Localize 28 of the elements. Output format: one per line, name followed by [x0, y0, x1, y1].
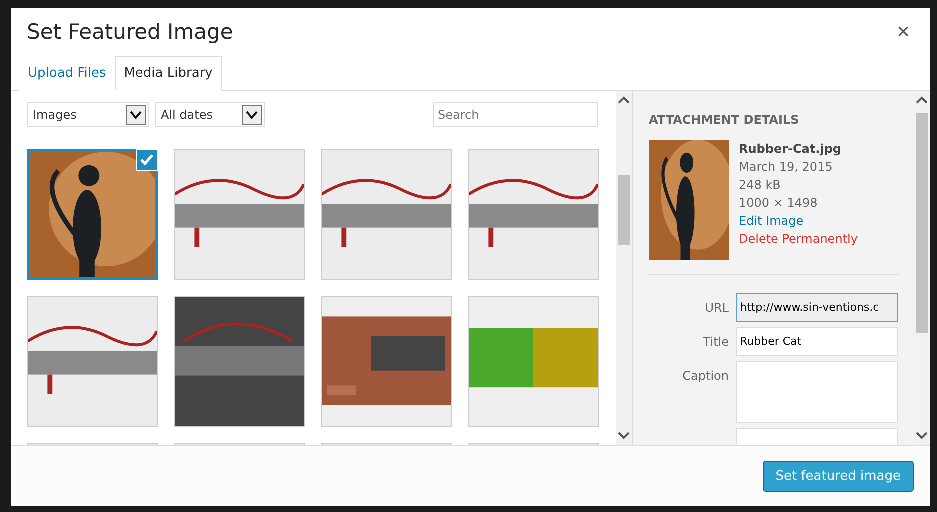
field-label: URL [704, 300, 729, 317]
upload-date: March 19, 2015 [739, 159, 834, 176]
scrollbar-thumb[interactable] [916, 113, 928, 333]
caret-icon [242, 104, 262, 124]
close-button[interactable]: × [893, 18, 914, 44]
file-name: Rubber-Cat.jpg [739, 141, 842, 158]
file-size: 248 kB [739, 177, 782, 194]
section-heading: ATTACHMENT DETAILS [649, 113, 800, 127]
scroll-down-icon[interactable] [916, 431, 928, 441]
caret-icon [126, 104, 146, 124]
modal-title: Set Featured Image [27, 20, 234, 44]
check-icon [136, 149, 158, 171]
scroll-up-icon[interactable] [618, 95, 630, 105]
field-label: Title [702, 334, 729, 351]
scroll-down-icon[interactable] [618, 431, 630, 441]
edit-image-link[interactable]: Edit Image [739, 212, 858, 230]
filter-dropdown[interactable]: All dates [155, 102, 265, 127]
text-field[interactable]: http://www.sin-ventions.c [736, 293, 898, 322]
search-field[interactable]: Search [433, 102, 598, 127]
field-label: Caption [682, 368, 729, 385]
scrollbar-thumb[interactable] [618, 175, 630, 245]
scroll-up-icon[interactable] [916, 95, 928, 105]
caption-field[interactable] [736, 361, 898, 423]
tab[interactable]: Media Library [115, 56, 222, 91]
image-dimensions: 1000 × 1498 [739, 195, 819, 212]
delete-link[interactable]: Delete Permanently [739, 230, 858, 248]
text-field[interactable]: Rubber Cat [736, 327, 898, 356]
filter-dropdown[interactable]: Images [27, 102, 149, 127]
